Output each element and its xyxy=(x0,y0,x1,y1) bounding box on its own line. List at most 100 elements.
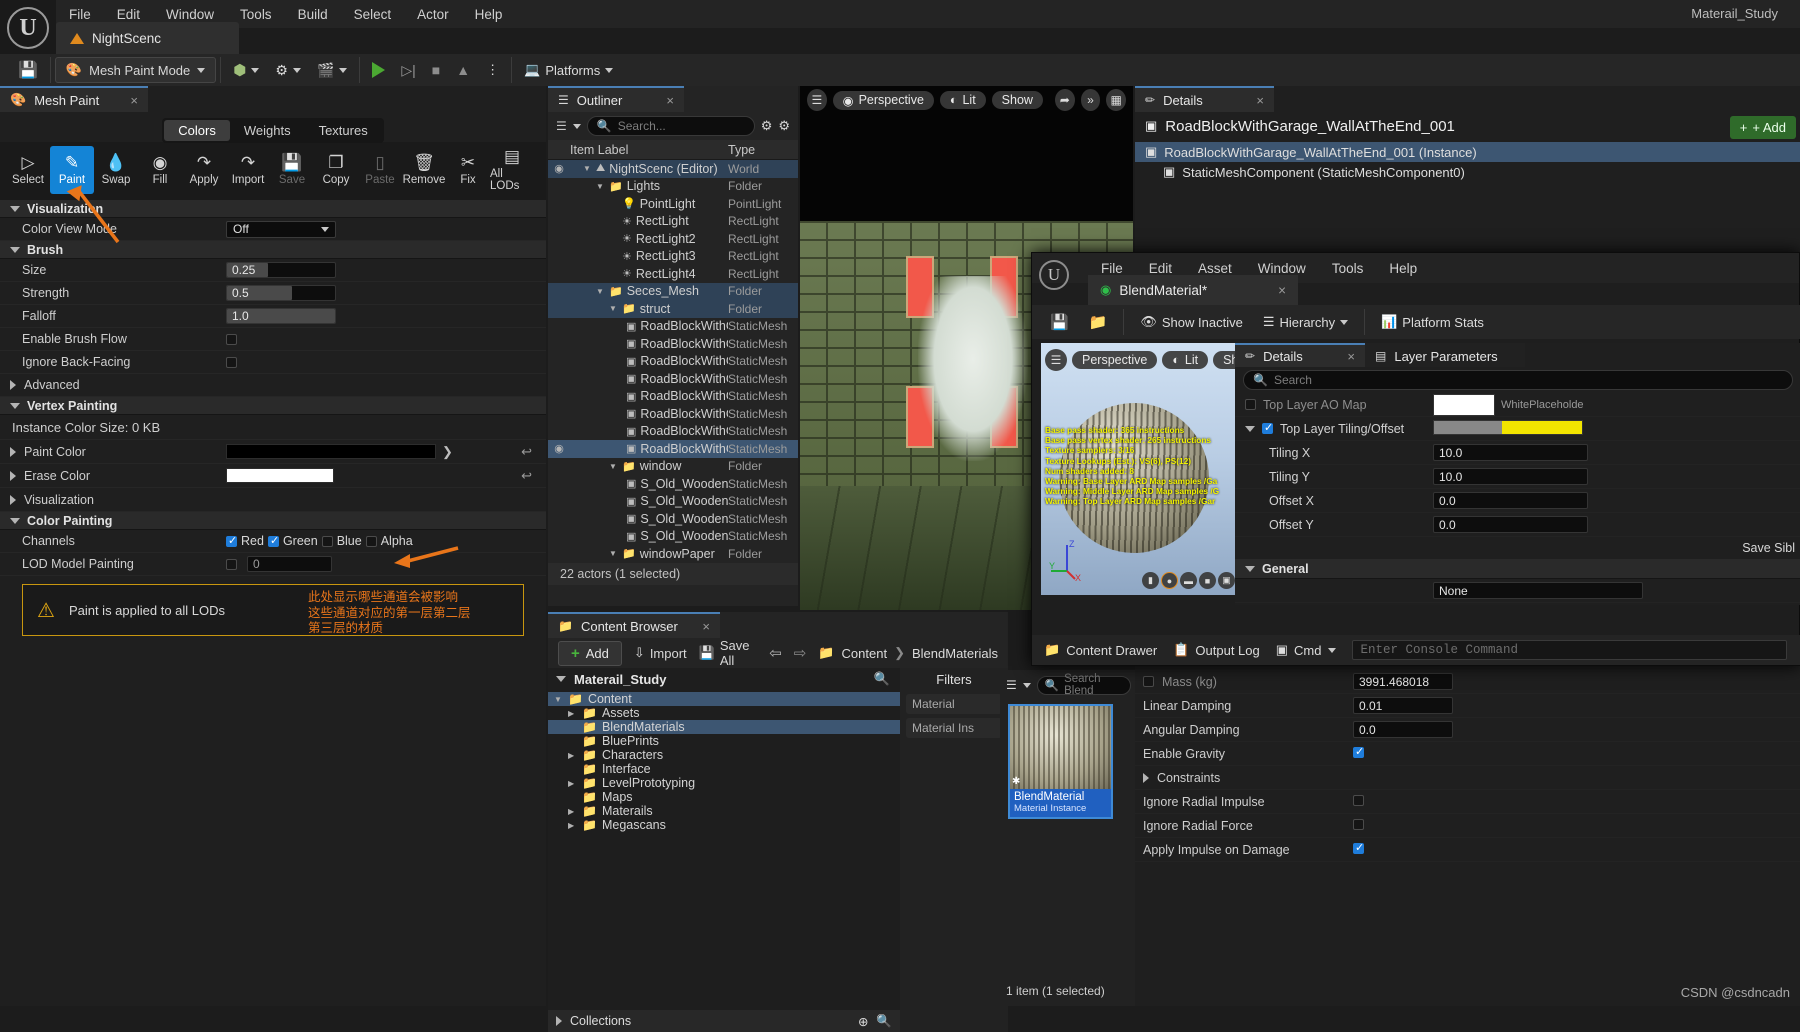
menu-select[interactable]: Select xyxy=(341,3,405,26)
outliner-row[interactable]: ▼ 📁 Seces_Mesh Folder xyxy=(548,282,798,300)
add-button[interactable]: + Add xyxy=(558,640,622,666)
outliner-row[interactable]: ▣RoadBlockWithGaStaticMesh xyxy=(548,388,798,406)
content-drawer-button[interactable]: 📁 Content Drawer xyxy=(1044,642,1157,658)
material-param-checkbox[interactable] xyxy=(1245,399,1256,410)
caret-right-icon[interactable]: ▶ xyxy=(568,751,577,760)
collections-row[interactable]: Collections ⊕ 🔍 xyxy=(548,1010,900,1032)
layer-parameters-tab[interactable]: ▤ Layer Parameters xyxy=(1365,343,1525,367)
outliner-settings-icon[interactable]: ⚙ xyxy=(761,118,773,134)
physics-row-checkbox[interactable] xyxy=(1353,841,1364,854)
content-tree-row[interactable]: 📁 Maps xyxy=(548,790,900,804)
outliner-row[interactable]: ▣RoadBlockWithGaStaticMesh xyxy=(548,335,798,353)
preview-sphere-icon[interactable]: ● xyxy=(1161,572,1178,589)
caret-down-icon[interactable]: ▼ xyxy=(554,695,563,704)
content-tree-row[interactable]: ▶ 📁 Materails xyxy=(548,804,900,818)
add-component-button[interactable]: + + Add xyxy=(1729,116,1796,139)
save-button[interactable]: 💾 xyxy=(10,56,46,84)
caret-right-icon[interactable]: ▶ xyxy=(568,821,577,830)
viewport-menu-icon[interactable]: ☰ xyxy=(807,89,827,111)
tree-search-icon[interactable]: 🔍 xyxy=(874,671,890,687)
physics-row-input[interactable]: 0.01 xyxy=(1353,697,1453,714)
content-tree-row[interactable]: ▶ 📁 Assets xyxy=(548,706,900,720)
mat-viewport-perspective[interactable]: Perspective xyxy=(1072,351,1158,369)
show-inactive-button[interactable]: 👁 Show Inactive xyxy=(1132,310,1250,334)
brush-falloff-input[interactable]: 1.0 xyxy=(226,308,336,324)
eject-button[interactable]: ▲ xyxy=(448,58,478,82)
content-tree-row[interactable]: 📁 Interface xyxy=(548,762,900,776)
content-tree-row[interactable]: ▶ 📁 Megascans xyxy=(548,818,900,832)
caret-down-icon[interactable]: ▼ xyxy=(583,164,592,173)
caret-down-icon[interactable] xyxy=(1245,425,1255,432)
mesh-paint-tab[interactable]: 🎨 Mesh Paint × xyxy=(0,86,148,112)
channel-alpha-checkbox[interactable] xyxy=(365,535,377,547)
channel-red-checkbox[interactable] xyxy=(226,534,237,547)
lod-index-input[interactable]: 0 xyxy=(247,556,332,572)
outliner-row[interactable]: ▣RoadBlockWithGaStaticMesh xyxy=(548,405,798,423)
caret-down-icon[interactable]: ▼ xyxy=(609,549,618,558)
outliner-search-input[interactable]: 🔍 Search... xyxy=(586,116,755,136)
tool-fill[interactable]: ◉ Fill xyxy=(138,146,182,194)
platforms-button[interactable]: 💻 Platforms xyxy=(516,58,621,82)
ignore-back-facing-checkbox[interactable] xyxy=(226,356,237,368)
close-icon[interactable]: × xyxy=(130,93,138,108)
hierarchy-button[interactable]: ☰ Hierarchy xyxy=(1255,310,1356,334)
material-editor-logo-icon[interactable]: U xyxy=(1032,253,1076,297)
tab-textures[interactable]: Textures xyxy=(305,120,382,141)
filter-icon[interactable]: ☰ xyxy=(556,119,567,133)
material-param-input[interactable]: 0.0 xyxy=(1433,516,1588,533)
content-browser-tab[interactable]: 📁 Content Browser × xyxy=(548,612,720,638)
caret-right-icon[interactable]: ▶ xyxy=(568,807,577,816)
channel-green-checkbox[interactable] xyxy=(267,534,279,547)
color-view-mode-select[interactable]: Off xyxy=(226,220,336,238)
mat-menu-tools[interactable]: Tools xyxy=(1319,257,1377,280)
caret-down-icon[interactable]: ▼ xyxy=(609,462,618,471)
outliner-row[interactable]: ▼ 📁 struct Folder xyxy=(548,300,798,318)
component-row-staticmeshcomponent[interactable]: ▣ StaticMeshComponent (StaticMeshCompone… xyxy=(1135,162,1800,182)
asset-search-input[interactable]: 🔍 Search Blend xyxy=(1036,673,1131,697)
erase-color-reset-icon[interactable]: ↩ xyxy=(521,468,532,484)
outliner-row[interactable]: ▣RoadBlockWithGaStaticMesh xyxy=(548,370,798,388)
outliner-row[interactable]: ▣RoadBlockWithGaStaticMesh xyxy=(548,353,798,371)
paint-color-reset-icon[interactable]: ↩ xyxy=(521,444,532,460)
tool-fix[interactable]: ✂ Fix xyxy=(446,146,490,194)
mat-details-tab[interactable]: ✏ Details × xyxy=(1235,343,1365,367)
viewport-lit-button[interactable]: ◐ Lit xyxy=(939,91,986,109)
preview-mesh-icon[interactable]: ▣ xyxy=(1218,572,1235,589)
material-param-input[interactable]: 10.0 xyxy=(1433,444,1588,461)
tool-swap[interactable]: 💧 Swap xyxy=(94,146,138,194)
add-collection-icon[interactable]: ⊕ xyxy=(858,1014,868,1029)
outliner-row[interactable]: 💡 PointLight PointLight xyxy=(548,195,798,213)
outliner-row[interactable]: ▼ 📁 window Folder xyxy=(548,458,798,476)
tool-apply[interactable]: ↷ Apply xyxy=(182,146,226,194)
forward-icon[interactable]: ⇨ xyxy=(794,644,807,662)
content-tree-row[interactable]: ▼ 📁 Content xyxy=(548,692,900,706)
import-button[interactable]: ⇩ Import xyxy=(634,645,687,661)
outliner-row[interactable]: ☀ RectLight4 RectLight xyxy=(548,265,798,283)
mat-menu-help[interactable]: Help xyxy=(1376,257,1430,280)
play-options-button[interactable]: ⋮ xyxy=(478,58,507,82)
general-value-input[interactable]: None xyxy=(1433,582,1643,599)
unreal-logo-icon[interactable]: U xyxy=(0,0,56,56)
create-button[interactable]: ⬢ xyxy=(225,57,267,83)
close-icon[interactable]: × xyxy=(1256,93,1264,108)
physics-row-checkbox[interactable] xyxy=(1353,745,1364,758)
section-vertex-painting[interactable]: Vertex Painting xyxy=(0,397,546,415)
back-icon[interactable]: ⇦ xyxy=(769,644,782,662)
mat-save-button[interactable]: 💾 xyxy=(1042,309,1077,335)
outliner-row[interactable]: ▣RoadBlockWithGaStaticMesh xyxy=(548,423,798,441)
tool-select[interactable]: ▷ Select xyxy=(6,146,50,194)
search-icon[interactable]: 🔍 xyxy=(876,1014,892,1029)
play-button[interactable] xyxy=(364,58,393,82)
visibility-eye-icon[interactable]: ◉ xyxy=(548,442,570,455)
breadcrumb-content[interactable]: Content xyxy=(842,646,888,661)
outliner-row[interactable]: ▣S_Old_Wooden_WStaticMesh xyxy=(548,528,798,546)
platform-stats-button[interactable]: 📊 Platform Stats xyxy=(1373,310,1492,334)
filter-chip-material[interactable]: Material xyxy=(906,694,1002,714)
output-log-button[interactable]: 📋 Output Log xyxy=(1173,642,1260,658)
enable-brush-flow-checkbox[interactable] xyxy=(226,333,237,345)
physics-row-checkbox[interactable] xyxy=(1143,676,1154,687)
brush-size-input[interactable]: 0.25 xyxy=(226,262,336,278)
preview-shape-buttons[interactable]: ▮ ● ▬ ■ ▣ xyxy=(1142,572,1235,589)
content-tree-row[interactable]: ▶ 📁 LevelPrototyping xyxy=(548,776,900,790)
material-param-input[interactable]: 10.0 xyxy=(1433,468,1588,485)
